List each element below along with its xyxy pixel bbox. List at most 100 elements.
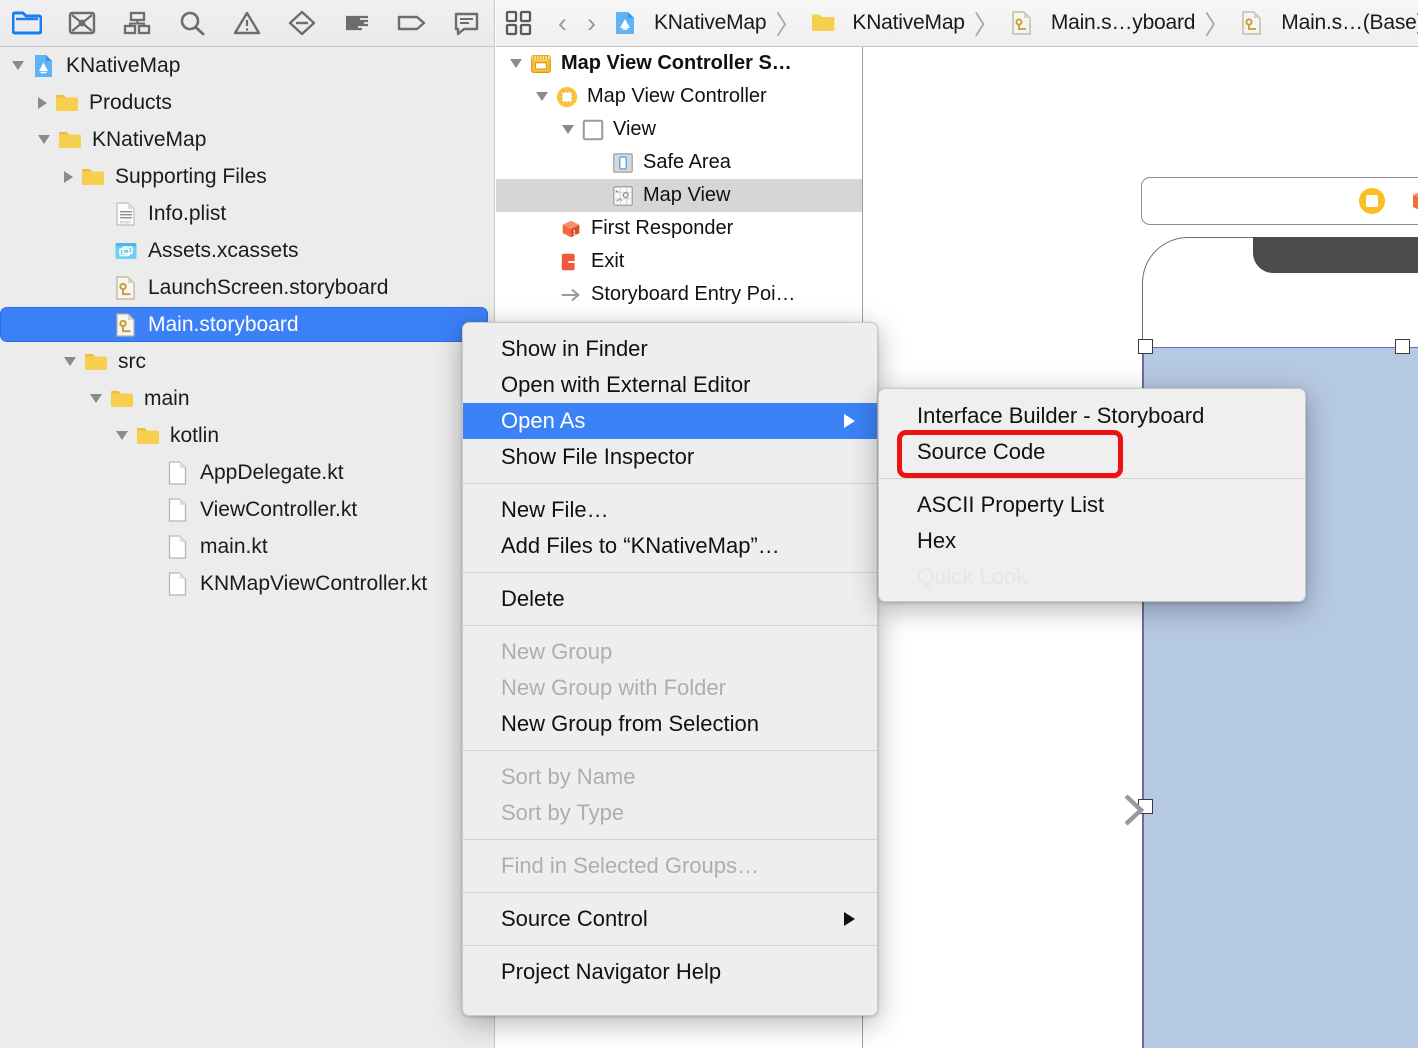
- outline-row[interactable]: 1 First Responder: [496, 212, 862, 245]
- tree-row-label: main.kt: [200, 534, 268, 558]
- back-arrow-icon[interactable]: ‹: [548, 8, 577, 39]
- context-menu-item[interactable]: Show File Inspector: [463, 439, 877, 475]
- outline-row[interactable]: Map View Controller: [496, 80, 862, 113]
- source-control-navigator-icon[interactable]: [55, 0, 110, 46]
- submenu-item[interactable]: Hex: [879, 523, 1305, 559]
- tree-row[interactable]: KNMapViewController.kt: [0, 565, 494, 602]
- storyboard-file-icon: [1242, 11, 1261, 35]
- menu-item-label: New Group: [501, 639, 613, 664]
- tree-row[interactable]: main.kt: [0, 528, 494, 565]
- outline-row-label: Map View Controller S…: [561, 52, 792, 74]
- tree-row[interactable]: AppDelegate.kt: [0, 454, 494, 491]
- breadcrumb-label: Main.s…(Base): [1281, 11, 1418, 34]
- disclosure-triangle-open[interactable]: [12, 61, 24, 70]
- context-menu-item[interactable]: Open As: [463, 403, 877, 439]
- breadcrumb-label: Main.s…yboard: [1050, 11, 1196, 34]
- context-menu-item[interactable]: New File…: [463, 492, 877, 528]
- generic-file-icon: [168, 460, 187, 485]
- disclosure-triangle-open[interactable]: [38, 135, 50, 144]
- debug-navigator-icon[interactable]: [329, 0, 384, 46]
- tree-row-content: Main.storyboard: [0, 312, 299, 338]
- symbol-navigator-icon[interactable]: [110, 0, 165, 46]
- outline-row-label: Map View: [643, 184, 731, 206]
- scene-dock[interactable]: 1: [1141, 177, 1418, 225]
- context-menu-item[interactable]: Add Files to “KNativeMap”…: [463, 528, 877, 564]
- related-items-button[interactable]: [504, 0, 534, 46]
- outline-row[interactable]: Safe Area: [496, 146, 862, 179]
- project-tree: KNativeMap Products KNativeMap Supporting F…: [0, 47, 494, 602]
- breadcrumb-separator-icon: 〉: [973, 9, 1000, 40]
- disclosure-triangle-open[interactable]: [536, 92, 548, 101]
- tree-row[interactable]: KNativeMap: [0, 121, 494, 158]
- context-menu-list: Show in Finder Open with External Editor O…: [463, 331, 877, 990]
- tree-row[interactable]: ViewController.kt: [0, 491, 494, 528]
- submenu-item[interactable]: Source Code: [879, 434, 1305, 470]
- context-menu-item[interactable]: New Group from Selection: [463, 706, 877, 742]
- tree-row[interactable]: PLIST Info.plist: [0, 195, 494, 232]
- outline-row[interactable]: Exit: [496, 245, 862, 278]
- submenu-item[interactable]: Interface Builder - Storyboard: [879, 398, 1305, 434]
- tree-row-label: Main.storyboard: [148, 312, 299, 336]
- tree-row-label: Assets.xcassets: [148, 238, 299, 262]
- context-menu-item[interactable]: Delete: [463, 581, 877, 617]
- submenu-item[interactable]: ASCII Property List: [879, 487, 1305, 523]
- outline-row-selected[interactable]: Map View: [496, 179, 862, 212]
- jump-bar: ‹ › KNativeMap 〉 KNativeMap 〉 Main.s…ybo…: [496, 0, 1418, 47]
- project-navigator[interactable]: KNativeMap Products KNativeMap Supporting F…: [0, 47, 495, 1048]
- disclosure-triangle-open[interactable]: [562, 125, 574, 134]
- breadcrumb-item-group[interactable]: KNativeMap: [810, 0, 965, 46]
- issue-navigator-icon[interactable]: [220, 0, 275, 46]
- tree-row[interactable]: Products: [0, 84, 494, 121]
- disclosure-triangle-closed[interactable]: [64, 170, 73, 183]
- twisty-spacer: [142, 472, 158, 473]
- disclosure-triangle-open[interactable]: [64, 357, 76, 366]
- menu-separator: [463, 750, 877, 751]
- breadcrumb-item-storyboard[interactable]: Main.s…yboard: [1009, 0, 1195, 46]
- tree-row-selected[interactable]: Main.storyboard: [0, 306, 494, 343]
- view-controller-dock-icon[interactable]: [1357, 186, 1387, 216]
- outline-row[interactable]: View: [496, 113, 862, 146]
- resize-handle-top-left[interactable]: [1138, 339, 1153, 354]
- forward-arrow-icon[interactable]: ›: [577, 8, 606, 39]
- disclosure-triangle-open[interactable]: [510, 59, 522, 68]
- xcassets-icon: [115, 242, 137, 259]
- tree-row[interactable]: main: [0, 380, 494, 417]
- report-navigator-icon[interactable]: [439, 0, 494, 46]
- context-menu-item[interactable]: Open with External Editor: [463, 367, 877, 403]
- context-menu-item[interactable]: Show in Finder: [463, 331, 877, 367]
- twisty-spacer: [90, 250, 106, 251]
- disclosure-triangle-closed[interactable]: [38, 96, 47, 109]
- menu-separator: [463, 892, 877, 893]
- tree-row[interactable]: src: [0, 343, 494, 380]
- outline-row[interactable]: Map View Controller S…: [496, 47, 862, 80]
- context-menu[interactable]: Show in Finder Open with External Editor O…: [462, 322, 878, 1016]
- context-menu-item[interactable]: Project Navigator Help: [463, 954, 877, 990]
- context-menu-item: New Group: [463, 634, 877, 670]
- disclosure-triangle-open[interactable]: [90, 394, 102, 403]
- menu-separator: [463, 625, 877, 626]
- breadcrumb-item-base-locale[interactable]: Main.s…(Base): [1239, 0, 1418, 46]
- twisty-spacer: [588, 162, 604, 163]
- tree-row[interactable]: LaunchScreen.storyboard: [0, 269, 494, 306]
- disclosure-triangle-open[interactable]: [116, 431, 128, 440]
- tree-row-label: Products: [89, 90, 172, 114]
- find-navigator-icon[interactable]: [165, 0, 220, 46]
- project-navigator-icon[interactable]: [0, 0, 55, 46]
- outline-row[interactable]: Storyboard Entry Poi…: [496, 278, 862, 311]
- breadcrumb-item-project[interactable]: KNativeMap: [612, 0, 767, 46]
- context-menu-item[interactable]: Source Control: [463, 901, 877, 937]
- first-responder-dock-icon[interactable]: 1: [1409, 186, 1418, 216]
- menu-separator: [463, 483, 877, 484]
- resize-handle-top-right[interactable]: [1395, 339, 1410, 354]
- tree-row[interactable]: Assets.xcassets: [0, 232, 494, 269]
- tree-row[interactable]: kotlin: [0, 417, 494, 454]
- breadcrumb-separator-icon: 〉: [1204, 9, 1231, 40]
- tree-row[interactable]: KNativeMap: [0, 47, 494, 84]
- tree-row-content: PLIST Info.plist: [0, 201, 226, 227]
- test-navigator-icon[interactable]: [274, 0, 329, 46]
- tree-row[interactable]: Supporting Files: [0, 158, 494, 195]
- context-menu-item: Sort by Type: [463, 795, 877, 831]
- folder-icon: [56, 94, 78, 111]
- breakpoint-navigator-icon[interactable]: [384, 0, 439, 46]
- open-as-submenu[interactable]: Interface Builder - Storyboard Source Cod…: [878, 388, 1306, 602]
